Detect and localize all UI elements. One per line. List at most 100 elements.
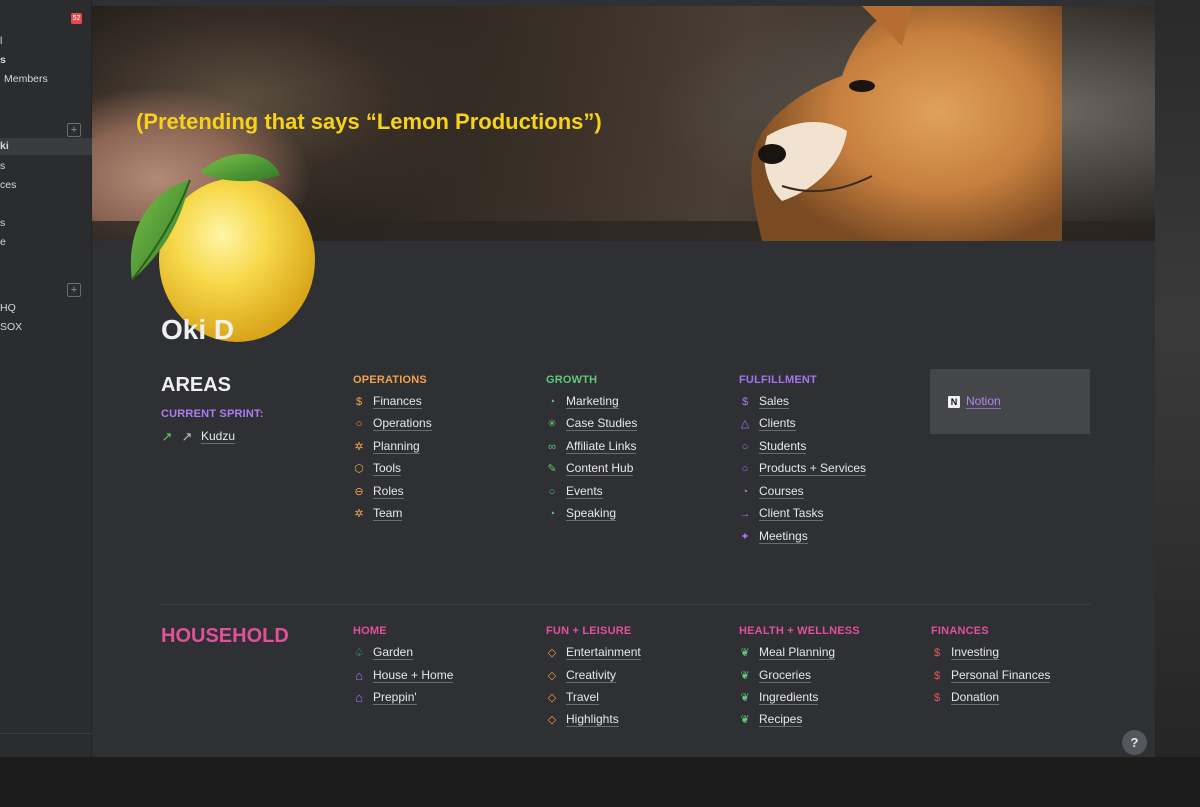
leaf-icon: ❦ (740, 669, 750, 682)
link-ingredients[interactable]: ❦ Ingredients (739, 690, 819, 705)
sidebar-item[interactable]: SOX (0, 321, 22, 333)
house-icon: ⌂ (355, 689, 363, 705)
link-affiliate-links[interactable]: ∞ Affiliate Links (546, 439, 637, 454)
link-creativity[interactable]: ◇ Creativity (546, 668, 617, 683)
sparkle-icon: ✦ (740, 530, 750, 543)
dollar-icon: $ (933, 691, 941, 704)
link-highlights[interactable]: ◇ Highlights (546, 712, 619, 727)
link-sales[interactable]: $ Sales (739, 394, 790, 409)
link-team[interactable]: ✲ Team (353, 506, 403, 521)
circle-icon: ○ (741, 440, 749, 453)
link-clients[interactable]: △ Clients (739, 416, 796, 431)
link-planning[interactable]: ✲ Planning (353, 439, 420, 454)
arrow-right-icon: → (739, 507, 751, 520)
link-arrow-icon: ↗ (181, 428, 193, 444)
notion-link[interactable]: N Notion (948, 394, 1001, 409)
add-page-icon[interactable]: + (67, 283, 81, 297)
link-entertainment[interactable]: ◇ Entertainment (546, 645, 641, 660)
link-recipes[interactable]: ❦ Recipes (739, 712, 803, 727)
sun-icon: ✲ (354, 507, 364, 520)
growth-heading: GROWTH (546, 374, 598, 386)
diamond-icon: ◇ (547, 669, 557, 682)
link-groceries[interactable]: ❦ Groceries (739, 668, 812, 683)
diamond-icon: ◇ (547, 691, 557, 704)
fun-leisure-heading: FUN + LEISURE (546, 625, 632, 637)
page-content: (Pretending that says “Lemon Productions… (92, 0, 1155, 757)
notion-logo-icon: N (948, 395, 960, 408)
sidebar-item[interactable]: HQ (0, 302, 16, 314)
sidebar-item-active[interactable]: ki (0, 138, 92, 155)
link-operations[interactable]: ○ Operations (353, 416, 432, 431)
sidebar-item[interactable]: l (0, 35, 2, 47)
fulfillment-heading: FULFILLMENT (739, 374, 817, 386)
flame-icon: ◔ (548, 395, 556, 408)
dollar-icon: $ (355, 395, 363, 408)
link-roles[interactable]: ⊖ Roles (353, 484, 404, 499)
circle-half-icon: ⊖ (354, 485, 364, 498)
link-tools[interactable]: ⬡ Tools (353, 461, 402, 476)
sprint-link[interactable]: ↗ ↗ Kudzu (161, 428, 236, 444)
sidebar: 52 l s Members + ki s ces s e + HQ SOX (0, 0, 92, 757)
link-finances[interactable]: $ Finances (353, 394, 422, 409)
areas-heading: AREAS (161, 374, 232, 396)
link-courses[interactable]: ◔ Courses (739, 484, 804, 499)
pencil-icon: ✎ (547, 462, 557, 475)
link-marketing[interactable]: ◔ Marketing (546, 394, 619, 409)
drop-icon: ○ (355, 417, 363, 430)
sidebar-item[interactable]: s (0, 54, 6, 66)
link-preppin[interactable]: ⌂ Preppin' (353, 690, 417, 705)
sun-icon: ✲ (354, 440, 364, 453)
leaf-icon: ❦ (740, 646, 750, 659)
notification-badge: 52 (71, 13, 82, 24)
triangle-icon: △ (740, 417, 750, 430)
house-icon: ⌂ (355, 667, 363, 683)
current-sprint-label: CURRENT SPRINT: (161, 408, 264, 420)
help-button[interactable]: ? (1122, 730, 1147, 755)
home-heading: HOME (353, 625, 387, 637)
sidebar-item[interactable]: s (0, 160, 5, 172)
circle-icon: ○ (741, 462, 749, 475)
link-products-services[interactable]: ○ Products + Services (739, 461, 867, 476)
link-personal-finances[interactable]: $ Personal Finances (931, 668, 1051, 683)
link-travel[interactable]: ◇ Travel (546, 690, 599, 705)
link-case-studies[interactable]: ✳ Case Studies (546, 416, 638, 431)
link-client-tasks[interactable]: → Client Tasks (739, 506, 824, 521)
sidebar-item[interactable]: s (0, 217, 5, 229)
sidebar-item[interactable]: ces (0, 179, 16, 191)
finances-heading: FINANCES (931, 625, 989, 637)
sidebar-item[interactable]: e (0, 236, 6, 248)
link-garden[interactable]: ♤ Garden (353, 645, 414, 660)
link-meal-planning[interactable]: ❦ Meal Planning (739, 645, 836, 660)
desktop-background-bottom (0, 757, 1200, 807)
link-speaking[interactable]: ◔ Speaking (546, 506, 617, 521)
notion-callout: N Notion (930, 369, 1090, 434)
desktop-background (1155, 0, 1200, 807)
flame-icon: ◔ (548, 507, 556, 520)
diamond-icon: ◇ (547, 713, 557, 726)
link-meetings[interactable]: ✦ Meetings (739, 529, 808, 544)
dog-photo (751, 6, 1062, 241)
add-page-icon[interactable]: + (67, 123, 81, 137)
sidebar-divider (0, 733, 92, 734)
tree-icon: ♤ (354, 646, 364, 659)
flame-icon: ◔ (741, 485, 749, 498)
link-events[interactable]: ○ Events (546, 484, 603, 499)
dollar-icon: $ (933, 669, 941, 682)
link-students[interactable]: ○ Students (739, 439, 807, 454)
sprint-link-label: Kudzu (201, 429, 236, 444)
health-wellness-heading: HEALTH + WELLNESS (739, 625, 860, 637)
arrow-up-right-icon: ↗ (161, 428, 173, 444)
circle-icon: ○ (548, 485, 556, 498)
link-house-home[interactable]: ⌂ House + Home (353, 667, 454, 683)
dollar-icon: $ (933, 646, 941, 659)
dollar-icon: $ (741, 395, 749, 408)
app-window: 52 l s Members + ki s ces s e + HQ SOX (… (0, 0, 1200, 807)
link-donation[interactable]: $ Donation (931, 690, 1000, 705)
link-content-hub[interactable]: ✎ Content Hub (546, 461, 634, 476)
link-investing[interactable]: $ Investing (931, 645, 1000, 660)
leaf-icon: ❦ (740, 713, 750, 726)
cover-overlay-text: (Pretending that says “Lemon Productions… (136, 109, 602, 134)
household-heading: HOUSEHOLD (161, 625, 289, 647)
leaf-icon: ❦ (740, 691, 750, 704)
sidebar-item[interactable]: Members (4, 73, 48, 85)
